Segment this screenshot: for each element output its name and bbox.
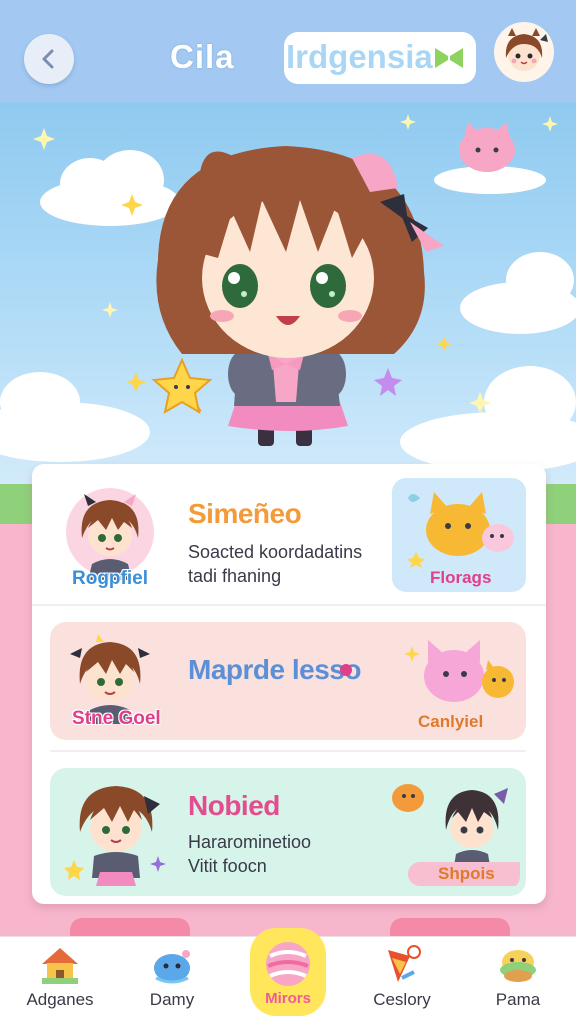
blue-blob-icon xyxy=(154,950,190,984)
pink-cat-icon xyxy=(459,122,515,172)
item-thumbnail[interactable]: Florags xyxy=(392,478,526,592)
nav-label: Adganes xyxy=(26,990,94,1009)
item-thumbnail[interactable]: Canlyiel xyxy=(402,628,520,734)
avatar-girl-icon xyxy=(505,28,548,71)
chevron-left-icon xyxy=(42,49,54,69)
list-item[interactable]: Stne Goel Maprde lesso Canlyiel xyxy=(50,622,526,740)
page-title: Cila xyxy=(170,38,235,75)
leaf-icon[interactable] xyxy=(432,44,466,72)
avatar-label: Rogpfiel xyxy=(72,568,148,589)
nav-item-damy[interactable]: Damy xyxy=(124,936,220,1024)
list-item[interactable]: Nobied Hararominetioo Vitit foocn Shpois xyxy=(50,768,526,896)
item-title: Simeñeo xyxy=(188,498,302,529)
user-avatar[interactable] xyxy=(494,22,554,82)
title-input-value: Irdgensia xyxy=(286,38,433,75)
girl-with-cat-icon xyxy=(392,784,508,866)
star-wand-icon xyxy=(151,357,213,415)
pink-ball-icon xyxy=(266,942,310,986)
content-card: Rogpfiel Simeñeo Soacted koordadatins ta… xyxy=(32,464,546,904)
nav-label: Pama xyxy=(495,990,541,1009)
avatar-girl-icon xyxy=(66,488,154,580)
orange-cat-icon xyxy=(407,492,514,568)
dot-icon xyxy=(340,664,352,676)
thumbnail-label: Florags xyxy=(430,568,492,587)
list-item[interactable]: Rogpfiel Simeñeo Soacted koordadatins ta… xyxy=(32,472,546,600)
app-header: Cila Irdgensia xyxy=(0,0,576,102)
nav-label: Damy xyxy=(149,990,195,1009)
hero-illustration xyxy=(0,102,576,502)
hero-scene xyxy=(0,114,576,472)
thumbnail-label: Canlyiel xyxy=(418,712,484,731)
nav-item-pama[interactable]: Pama xyxy=(470,936,566,1024)
thumbnail-label: Shpois xyxy=(438,864,495,883)
item-thumbnail[interactable]: Shpois xyxy=(386,774,520,890)
avatar-girl-icon xyxy=(64,786,166,886)
nav-item-ceslory[interactable]: Ceslory xyxy=(354,936,450,1024)
green-cake-icon xyxy=(500,950,536,982)
nav-item-mirors[interactable]: Mirors xyxy=(240,936,336,1024)
divider xyxy=(50,750,526,752)
nav-label: Ceslory xyxy=(373,990,431,1009)
back-button[interactable] xyxy=(24,34,74,84)
item-title: Nobied xyxy=(188,790,280,821)
nav-item-home[interactable]: Adganes xyxy=(12,936,108,1024)
pink-cat-icon xyxy=(404,640,514,702)
nav-label: Mirors xyxy=(265,990,311,1007)
item-title: Maprde lesso xyxy=(188,654,361,685)
title-input[interactable]: Irdgensia xyxy=(284,32,476,84)
item-description: Soacted koordadatins tadi fhaning xyxy=(188,542,363,586)
house-icon xyxy=(42,948,78,984)
purple-star-icon xyxy=(374,368,402,396)
item-description: Hararominetioo Vitit foocn xyxy=(188,832,312,876)
chibi-girl-character xyxy=(156,146,444,446)
paint-icon xyxy=(388,945,421,982)
divider xyxy=(32,604,546,606)
avatar-label: Stne Goel xyxy=(72,708,161,729)
